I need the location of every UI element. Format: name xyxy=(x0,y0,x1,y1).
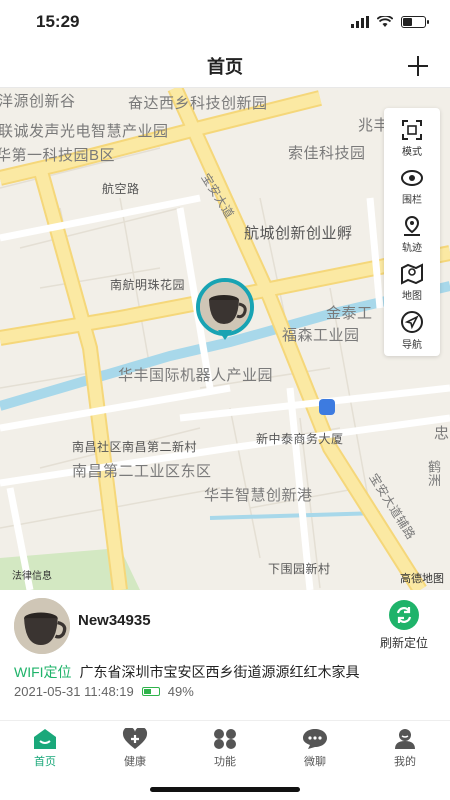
status-time: 15:29 xyxy=(36,12,80,31)
map-label: 新中泰商务大厦 xyxy=(256,432,344,446)
map-label: 南昌社区南昌第二新村 xyxy=(72,440,198,454)
map-brand-logo: 高德地图 xyxy=(400,573,444,585)
health-icon xyxy=(122,728,148,749)
map-label: 华丰智慧创新港 xyxy=(204,487,313,504)
bottom-nav: 首页 健康 功能 微聊 我的 xyxy=(0,720,450,776)
tool-map[interactable]: 地图 xyxy=(384,258,440,306)
legal-info-link[interactable]: 法律信息 xyxy=(12,567,52,582)
location-address: 广东省深圳市宝安区西乡街道源源红红木家具 xyxy=(79,664,360,680)
device-battery-percent: 49% xyxy=(167,684,194,699)
tool-label: 模式 xyxy=(402,146,422,158)
map-label: 航空路 xyxy=(102,182,140,196)
nav-label: 首页 xyxy=(34,756,56,768)
refresh-label: 刷新定位 xyxy=(379,636,428,650)
home-icon xyxy=(34,729,56,749)
map-label: 金泰工 xyxy=(326,305,373,322)
marker-pointer xyxy=(218,330,232,340)
nav-item-home[interactable]: 首页 xyxy=(0,721,90,776)
mode-icon xyxy=(402,119,422,140)
device-location-marker[interactable] xyxy=(196,278,256,340)
map-tools-panel: 模式 围栏 轨迹 地图 导航 xyxy=(384,108,440,356)
track-icon xyxy=(404,215,420,236)
map-label: 联诚发声光电智慧产业园 xyxy=(0,123,169,140)
nav-label: 我的 xyxy=(394,756,416,768)
battery-icon xyxy=(401,16,429,28)
map-icon xyxy=(401,262,423,285)
add-button[interactable] xyxy=(404,52,432,80)
functions-icon xyxy=(214,729,236,749)
location-line: WIFI定位 广东省深圳市宝安区西乡街道源源红红木家具 xyxy=(14,662,360,682)
home-indicator[interactable] xyxy=(150,787,300,792)
tool-fence[interactable]: 围栏 xyxy=(384,162,440,210)
marker-avatar xyxy=(196,278,254,336)
device-battery-icon xyxy=(141,687,160,696)
map-label: 洋源创新谷 xyxy=(0,93,76,110)
mug-image xyxy=(200,282,250,332)
map-label: 华第一科技园B区 xyxy=(0,147,116,164)
signal-icon xyxy=(351,16,369,28)
map-label: 忠 xyxy=(434,425,450,442)
location-type: WIFI定位 xyxy=(14,664,72,680)
tool-label: 地图 xyxy=(402,290,422,302)
device-info-panel: New34935 刷新定位 WIFI定位 广东省深圳市宝安区西乡街道源源红红木家具… xyxy=(0,590,450,720)
status-bar: 15:29 xyxy=(0,0,450,44)
tool-label: 导航 xyxy=(402,339,422,351)
nav-item-functions[interactable]: 功能 xyxy=(180,721,270,776)
map-label: 索佳科技园 xyxy=(288,145,366,162)
nav-item-profile[interactable]: 我的 xyxy=(360,721,450,776)
tool-navigate[interactable]: 导航 xyxy=(384,306,440,354)
status-icons xyxy=(351,16,429,28)
nav-item-chat[interactable]: 微聊 xyxy=(270,721,360,776)
fence-icon xyxy=(401,169,423,186)
device-avatar[interactable] xyxy=(14,598,70,654)
navigate-icon xyxy=(401,310,423,333)
nav-label: 微聊 xyxy=(304,756,326,768)
map-label: 华丰国际机器人产业园 xyxy=(118,367,274,384)
mug-image xyxy=(14,598,70,654)
map-label: 奋达西乡科技创新园 xyxy=(128,95,268,112)
tool-mode[interactable]: 模式 xyxy=(384,114,440,162)
nav-label: 健康 xyxy=(124,756,146,768)
map-label: 南航明珠花园 xyxy=(110,278,186,292)
refresh-location-button[interactable]: 刷新定位 xyxy=(372,600,436,651)
map-label: 鹤洲 xyxy=(426,460,441,487)
profile-icon xyxy=(395,729,415,749)
map-view[interactable]: 洋源创新谷 奋达西乡科技创新园 联诚发声光电智慧产业园 兆丰 华第一科技园B区 … xyxy=(0,88,450,590)
location-timestamp: 2021-05-31 11:48:19 xyxy=(14,684,134,699)
map-label: 南昌第二工业区东区 xyxy=(72,463,212,480)
map-label: 福森工业园 xyxy=(282,327,360,344)
page-title: 首页 xyxy=(207,56,243,77)
nav-item-health[interactable]: 健康 xyxy=(90,721,180,776)
wifi-icon xyxy=(377,16,393,27)
map-label: 航城创新创业孵 xyxy=(244,225,353,242)
refresh-icon xyxy=(389,600,419,630)
timestamp-line: 2021-05-31 11:48:19 49% xyxy=(14,684,194,699)
tool-track[interactable]: 轨迹 xyxy=(384,210,440,258)
tool-label: 围栏 xyxy=(402,194,422,206)
map-label: 下围园新村 xyxy=(268,562,331,576)
header: 首页 xyxy=(0,44,450,88)
device-name: New34935 xyxy=(78,612,151,629)
nav-label: 功能 xyxy=(214,756,236,768)
tool-label: 轨迹 xyxy=(402,242,422,254)
chat-icon xyxy=(303,729,327,749)
